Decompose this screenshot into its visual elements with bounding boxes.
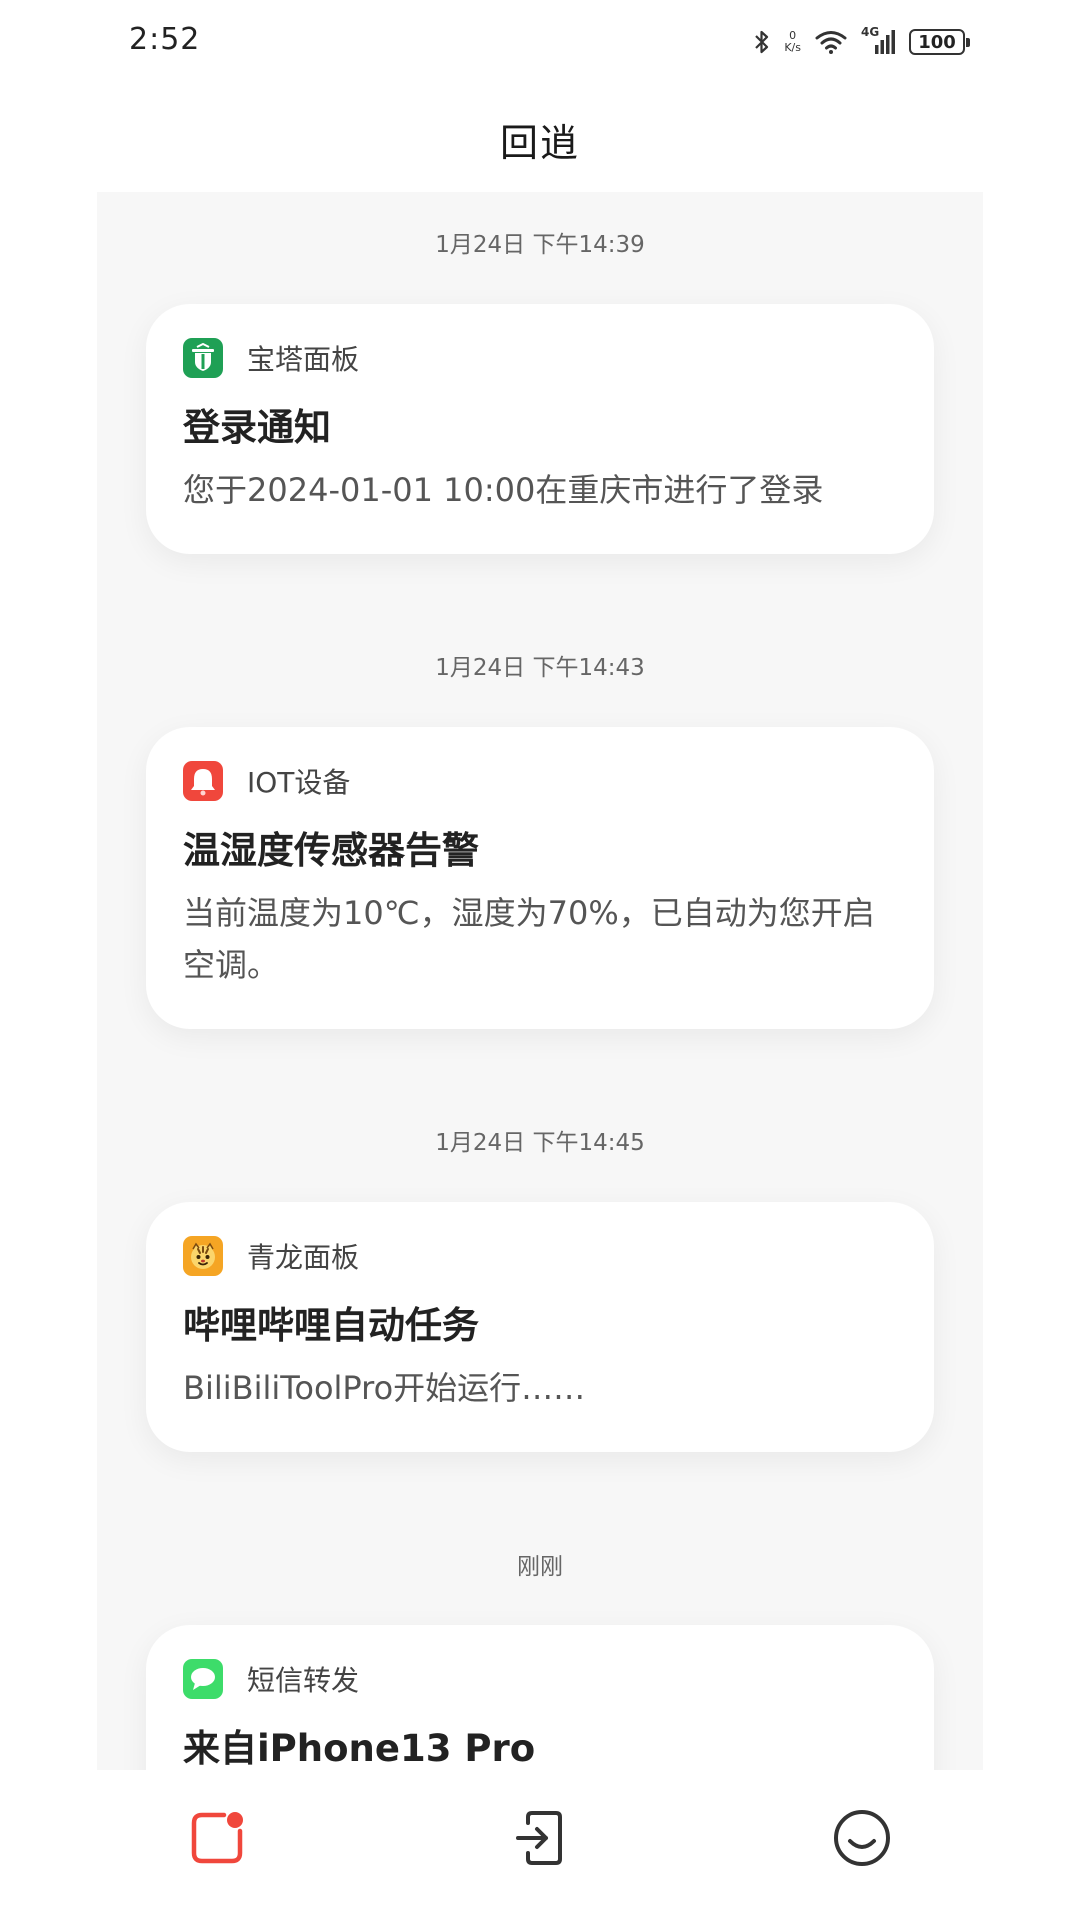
bottom-tab-bar — [97, 1770, 983, 1920]
notification-title: 登录通知 — [183, 406, 331, 449]
notification-app: 青龙面板 — [183, 1236, 897, 1276]
notification-app: IOT设备 — [183, 761, 897, 801]
message-icon — [183, 1659, 223, 1699]
notification-app-name: 青龙面板 — [247, 1241, 360, 1274]
battery-level: 100 — [918, 31, 956, 53]
notification-title: 温湿度传感器告警 — [183, 829, 479, 872]
network-speed: 0 K/s — [784, 30, 801, 54]
status-icons: 0 K/s 4G 100 — [754, 24, 970, 60]
notification-time: 1月24日 下午14:45 — [435, 1130, 645, 1156]
notification-app-name: 短信转发 — [247, 1664, 360, 1697]
exit-icon — [512, 1809, 568, 1871]
wifi-icon — [815, 30, 847, 54]
notification-body: BiliBiliToolPro开始运行…… — [183, 1369, 586, 1407]
app-screen: 2:52 0 K/s 4G 100 回逍 1月24日 下午14:39 宝塔面板 … — [97, 0, 983, 1920]
tiger-icon — [183, 1236, 223, 1276]
network-type: 4G — [861, 25, 880, 39]
notification-title: 来自iPhone13 Pro — [183, 1727, 536, 1770]
network-speed-unit: K/s — [784, 41, 801, 54]
bluetooth-icon — [754, 29, 770, 55]
status-time: 2:52 — [129, 22, 201, 57]
status-bar: 2:52 0 K/s 4G 100 — [97, 0, 983, 86]
cellular-signal-icon: 4G — [861, 25, 895, 55]
notification-card[interactable]: 青龙面板 哔哩哔哩自动任务 BiliBiliToolPro开始运行…… — [146, 1202, 934, 1452]
notification-card[interactable]: 短信转发 来自iPhone13 Pro — [146, 1625, 934, 1770]
tab-profile[interactable] — [822, 1800, 902, 1880]
notification-body: 当前温度为10℃，湿度为70%，已自动为您开启空调。 — [183, 894, 875, 984]
bell-icon — [183, 761, 223, 801]
notification-time: 1月24日 下午14:43 — [435, 655, 645, 681]
notification-title: 哔哩哔哩自动任务 — [183, 1304, 479, 1347]
notification-app-name: IOT设备 — [247, 766, 351, 799]
battery-icon: 100 — [909, 29, 970, 55]
notification-time: 刚刚 — [517, 1554, 563, 1580]
notification-card[interactable]: 宝塔面板 登录通知 您于2024-01-01 10:00在重庆市进行了登录 — [146, 304, 934, 554]
shield-icon — [183, 338, 223, 378]
notification-app-name: 宝塔面板 — [247, 343, 360, 376]
tab-logout[interactable] — [500, 1800, 580, 1880]
notification-icon — [188, 1809, 246, 1871]
notification-app: 短信转发 — [183, 1659, 897, 1699]
notification-time: 1月24日 下午14:39 — [435, 232, 645, 258]
tab-notifications[interactable] — [177, 1800, 257, 1880]
notification-feed[interactable]: 1月24日 下午14:39 宝塔面板 登录通知 您于2024-01-01 10:… — [97, 192, 983, 1770]
notification-body: 您于2024-01-01 10:00在重庆市进行了登录 — [183, 471, 824, 509]
smile-icon — [832, 1808, 892, 1872]
notification-app: 宝塔面板 — [183, 338, 897, 378]
notification-card[interactable]: IOT设备 温湿度传感器告警 当前温度为10℃，湿度为70%，已自动为您开启空调… — [146, 727, 934, 1029]
page-header: 回逍 — [97, 86, 983, 192]
page-title: 回逍 — [499, 120, 580, 165]
